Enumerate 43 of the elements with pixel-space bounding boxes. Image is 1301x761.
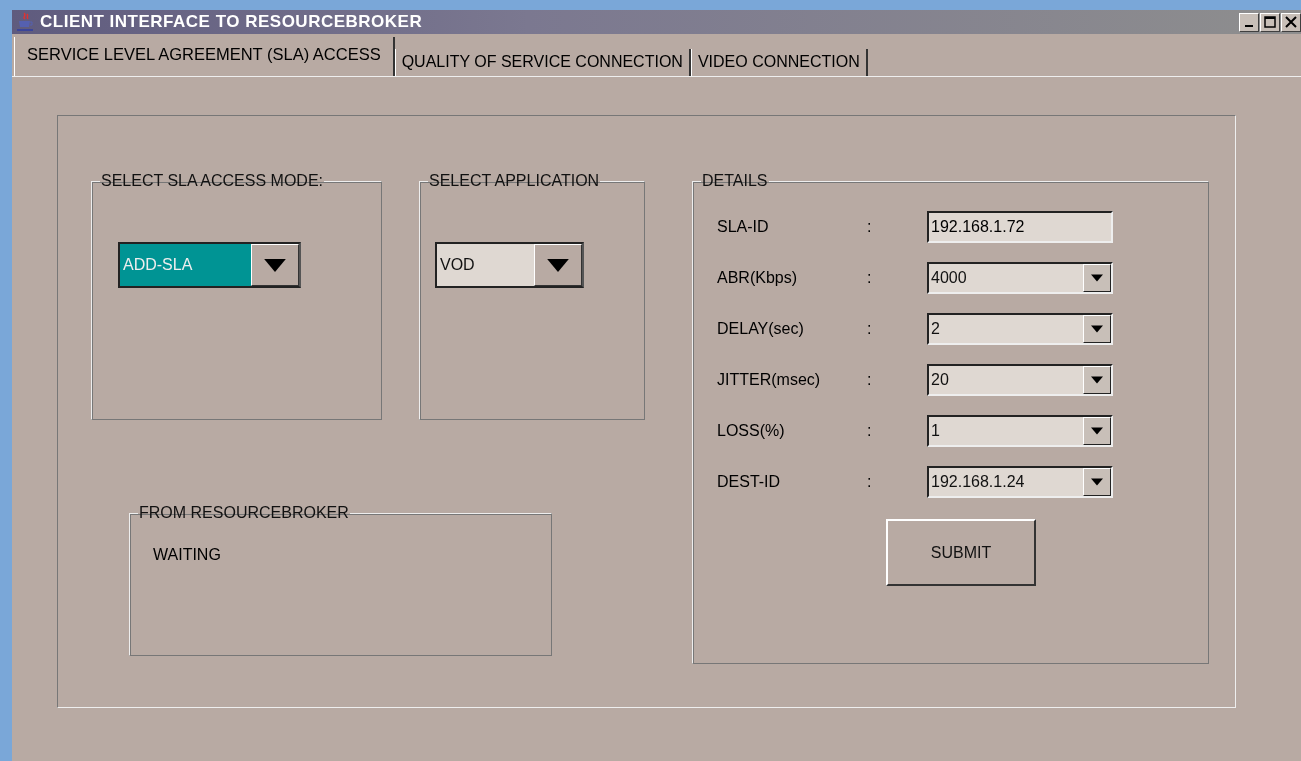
group-title: DETAILS — [701, 172, 769, 190]
tab[interactable]: VIDEO CONNECTION — [690, 49, 868, 76]
minimize-button[interactable] — [1239, 12, 1259, 32]
dropdown[interactable]: 2 — [927, 313, 1113, 345]
caret-icon — [1091, 427, 1103, 435]
window-title: CLIENT INTERFACE TO RESOURCEBROKER — [40, 12, 424, 32]
colon-separator: : — [866, 269, 873, 287]
close-icon — [1285, 16, 1297, 28]
tab[interactable]: QUALITY OF SERVICE CONNECTION — [394, 49, 691, 76]
caret-icon — [263, 258, 287, 272]
dropdown[interactable]: 20 — [927, 364, 1113, 396]
group-title: SELECT SLA ACCESS MODE: — [100, 172, 324, 190]
group-title: FROM RESOURCEBROKER — [138, 504, 350, 522]
close-button[interactable] — [1281, 12, 1301, 32]
caret-icon — [1091, 376, 1103, 384]
cup-icon — [16, 12, 34, 32]
dropdown[interactable]: 1 — [927, 415, 1113, 447]
caret-icon — [1091, 274, 1103, 282]
caret-icon — [546, 258, 570, 272]
colon-separator: : — [866, 371, 873, 389]
field-label: LOSS(%) — [717, 422, 786, 440]
tab[interactable]: SERVICE LEVEL AGREEMENT (SLA) ACCESS — [14, 37, 395, 76]
maximize-icon — [1264, 16, 1276, 28]
colon-separator: : — [866, 422, 873, 440]
field-label: DEST-ID — [717, 473, 782, 491]
colon-separator: : — [866, 473, 873, 491]
field-label: SLA-ID — [717, 218, 770, 236]
caret-icon — [1091, 478, 1103, 486]
dropdown[interactable]: VOD — [435, 242, 584, 288]
group-title: SELECT APPLICATION — [428, 172, 601, 190]
submit-button[interactable]: SUBMIT — [886, 519, 1036, 586]
dropdown[interactable]: 192.168.1.24 — [927, 466, 1113, 498]
field-label: DELAY(sec) — [717, 320, 805, 338]
field-label: JITTER(msec) — [717, 371, 822, 389]
colon-separator: : — [866, 320, 873, 338]
dropdown[interactable]: 4000 — [927, 262, 1113, 294]
input-field[interactable]: 192.168.1.72 — [927, 211, 1113, 243]
field-label: ABR(Kbps) — [717, 269, 799, 287]
maximize-button[interactable] — [1260, 12, 1280, 32]
minimize-icon — [1245, 25, 1253, 27]
colon-separator: : — [866, 218, 873, 236]
status-message: WAITING — [153, 546, 221, 564]
caret-icon — [1091, 325, 1103, 333]
